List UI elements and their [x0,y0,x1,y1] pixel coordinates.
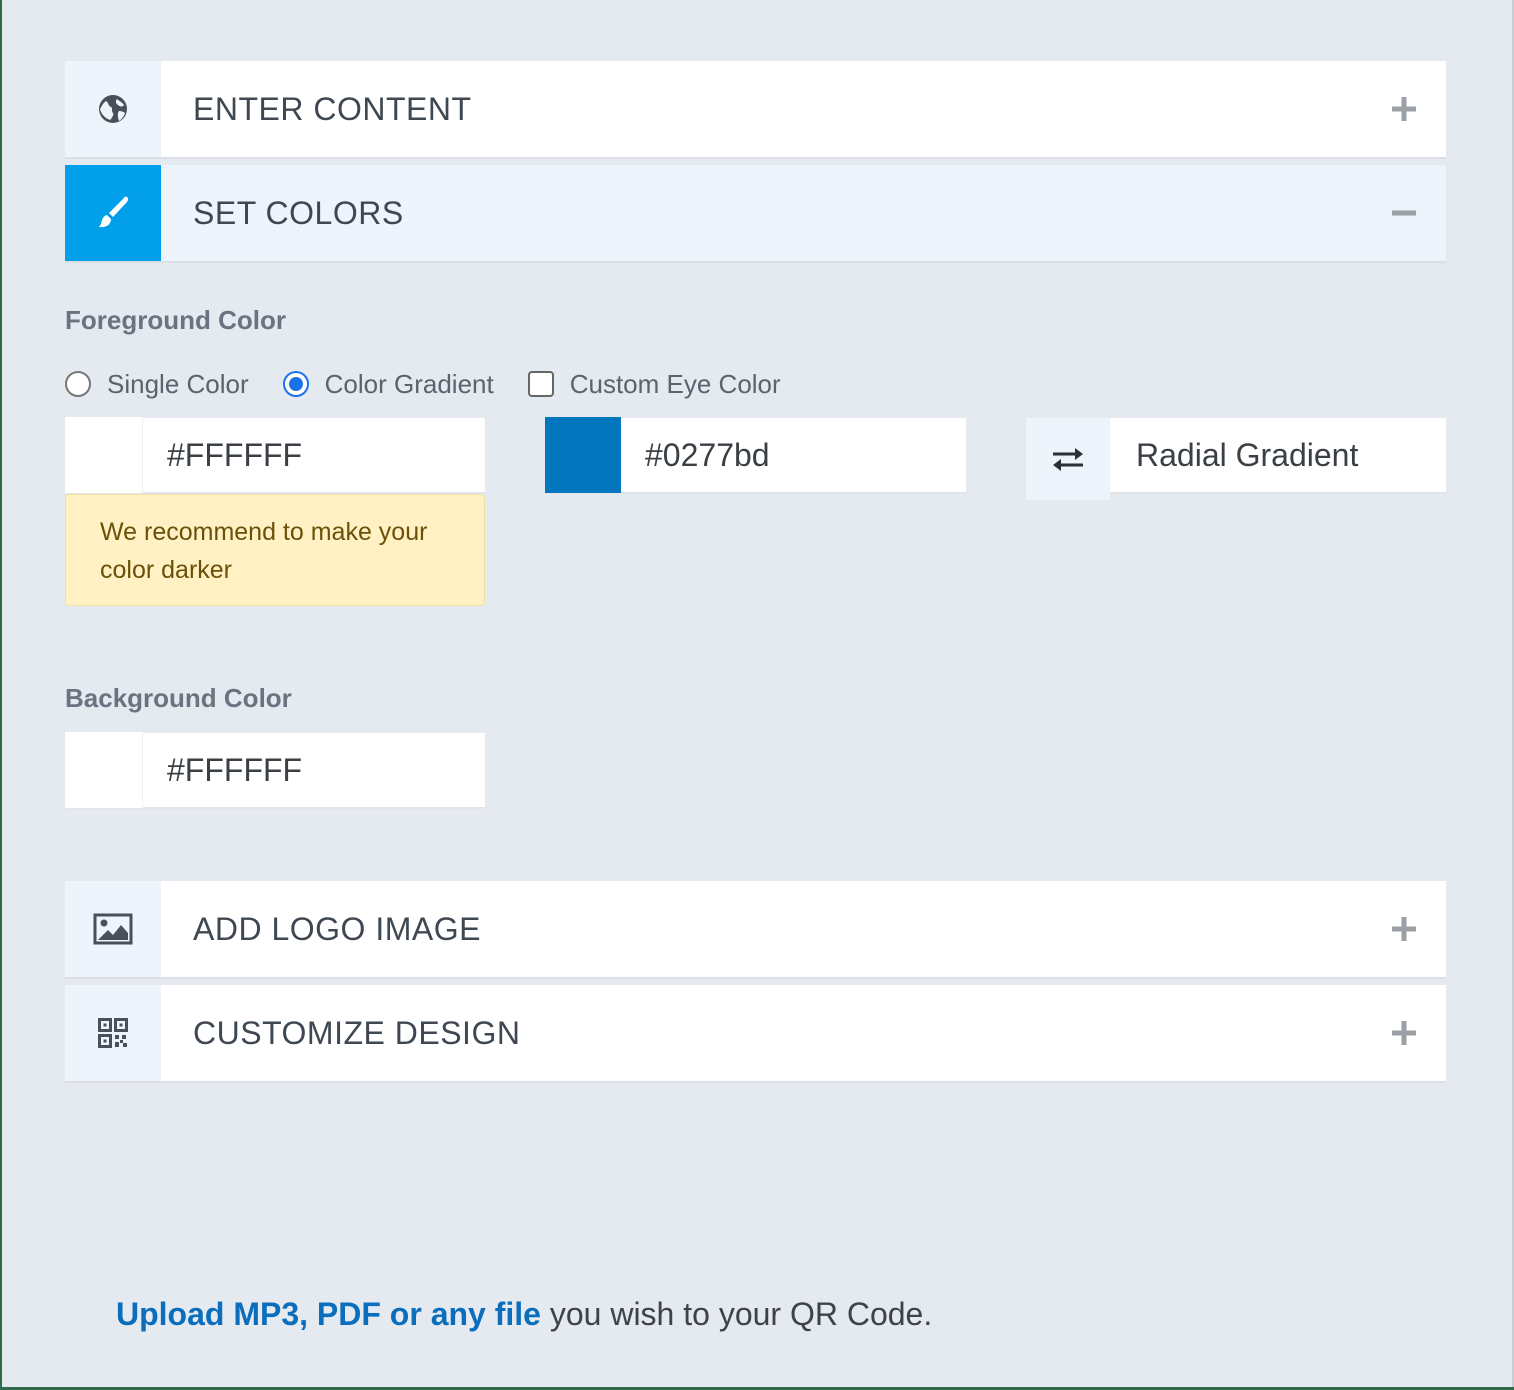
qr-code-icon [98,1018,128,1048]
custom-eye-color-label: Custom Eye Color [569,368,781,399]
window-edge-left [0,0,2,1390]
background-color-label: Background Color [65,683,292,713]
foreground-color-2-field[interactable]: #0277bd [545,417,966,494]
icon-box [65,881,161,977]
accordion-add-logo-image[interactable]: ADD LOGO IMAGE [65,881,1446,977]
color-swatch[interactable] [65,417,143,493]
image-icon [93,913,133,945]
icon-box [65,61,161,157]
single-color-radio[interactable] [65,371,91,397]
background-color-field[interactable]: #FFFFFF [65,732,485,809]
custom-eye-color-checkbox[interactable] [527,371,554,397]
expand-icon[interactable] [1374,881,1434,977]
color-swatch[interactable] [65,732,143,808]
single-color-option[interactable]: Single Color [65,369,249,400]
color-gradient-radio[interactable] [282,371,309,397]
foreground-color-1-field[interactable]: #FFFFFF [65,417,485,494]
foreground-mode-options: Single Color Color Gradient Custom Eye C… [65,364,815,404]
icon-box [65,985,161,1081]
color-gradient-label: Color Gradient [324,368,494,399]
accordion-title: ADD LOGO IMAGE [193,910,481,947]
accordion-set-colors[interactable]: SET COLORS [65,165,1446,261]
upload-file-link[interactable]: Upload MP3, PDF or any file [116,1296,541,1332]
foreground-color-1-value[interactable]: #FFFFFF [167,437,302,474]
accordion-enter-content[interactable]: ENTER CONTENT [65,61,1446,157]
color-swatch[interactable] [545,417,621,493]
accordion-title: ENTER CONTENT [193,90,472,127]
foreground-color-2-value[interactable]: #0277bd [645,437,770,474]
upload-hint: Upload MP3, PDF or any file you wish to … [116,1296,932,1333]
upload-hint-text: you wish to your QR Code. [540,1296,933,1332]
custom-eye-color-option[interactable]: Custom Eye Color [527,368,781,400]
icon-box [65,165,161,261]
collapse-icon[interactable] [1374,165,1434,261]
accordion-customize-design[interactable]: CUSTOMIZE DESIGN [65,985,1446,1081]
globe-icon [99,95,127,123]
accordion-title: CUSTOMIZE DESIGN [193,1014,521,1051]
gradient-type-control: Radial Gradient [1026,418,1446,500]
single-color-label: Single Color [107,368,249,399]
background-color-value[interactable]: #FFFFFF [167,752,302,789]
gradient-type-select[interactable]: Radial Gradient [1110,418,1446,494]
color-warning-message: We recommend to make your color darker [65,494,485,606]
color-gradient-option[interactable]: Color Gradient [282,368,494,400]
accordion-title: SET COLORS [193,194,404,231]
expand-icon[interactable] [1374,61,1434,157]
expand-icon[interactable] [1374,985,1434,1081]
paint-brush-icon [99,196,129,228]
foreground-color-label: Foreground Color [65,305,286,335]
swap-icon[interactable] [1026,418,1110,500]
